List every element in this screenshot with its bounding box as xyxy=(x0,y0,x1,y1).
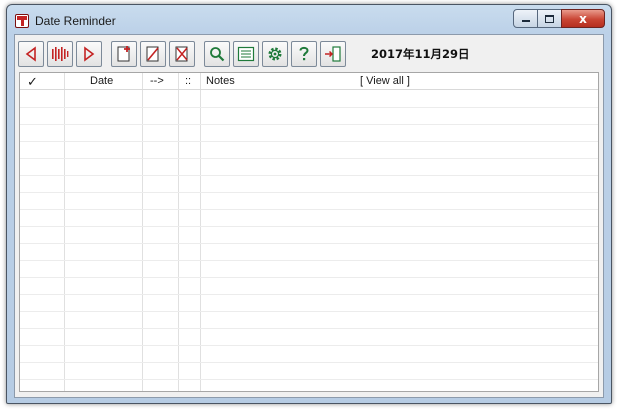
search-button[interactable] xyxy=(204,41,230,67)
close-icon: x xyxy=(579,11,587,26)
table-header: ✓ Date --> :: Notes [ View all ] xyxy=(20,73,598,90)
title-bar[interactable]: Date Reminder x xyxy=(7,5,611,35)
exit-button[interactable] xyxy=(320,41,346,67)
next-day-button[interactable] xyxy=(76,41,102,67)
maximize-button[interactable] xyxy=(537,9,562,28)
exit-door-icon xyxy=(325,46,341,62)
current-date: 2017年11月29日 xyxy=(371,47,470,61)
table-rows xyxy=(20,91,598,391)
table-row[interactable] xyxy=(20,193,598,210)
new-document-icon xyxy=(117,46,130,62)
list-view-button[interactable] xyxy=(233,41,259,67)
help-icon xyxy=(299,46,309,61)
table-row[interactable] xyxy=(20,108,598,125)
date-column-header[interactable]: Date xyxy=(90,75,113,87)
settings-button[interactable] xyxy=(262,41,288,67)
gear-icon xyxy=(268,47,282,61)
previous-day-button[interactable] xyxy=(18,41,44,67)
close-button[interactable]: x xyxy=(561,9,605,28)
app-calendar-icon[interactable] xyxy=(15,14,29,28)
search-icon xyxy=(210,47,225,62)
triangle-right-icon xyxy=(84,46,95,62)
edit-note-button[interactable] xyxy=(140,41,166,67)
table-row[interactable] xyxy=(20,346,598,363)
table-row[interactable] xyxy=(20,295,598,312)
notes-column-header[interactable]: Notes xyxy=(206,75,235,87)
marker-column-header[interactable]: :: xyxy=(185,75,191,87)
window-title: Date Reminder xyxy=(35,14,116,28)
table-row[interactable] xyxy=(20,329,598,346)
list-icon xyxy=(237,46,255,62)
view-all-link[interactable]: [ View all ] xyxy=(360,75,410,87)
table-row[interactable] xyxy=(20,125,598,142)
reminder-table[interactable]: ✓ Date --> :: Notes [ View all ] xyxy=(19,72,599,392)
table-row[interactable] xyxy=(20,142,598,159)
table-row[interactable] xyxy=(20,227,598,244)
today-button[interactable] xyxy=(47,41,73,67)
table-row[interactable] xyxy=(20,363,598,380)
calendar-bars-icon xyxy=(52,47,69,61)
maximize-icon xyxy=(545,14,554,23)
table-row[interactable] xyxy=(20,210,598,227)
table-row[interactable] xyxy=(20,380,598,391)
toolbar: 2017年11月29日 xyxy=(18,38,470,70)
caption-buttons: x xyxy=(513,9,605,28)
minimize-icon xyxy=(521,20,530,22)
minimize-button[interactable] xyxy=(513,9,538,28)
delete-document-icon xyxy=(175,46,188,62)
table-row[interactable] xyxy=(20,91,598,108)
table-row[interactable] xyxy=(20,176,598,193)
table-row[interactable] xyxy=(20,278,598,295)
check-column-header[interactable]: ✓ xyxy=(27,74,38,90)
app-window: Date Reminder x 2017年11月29日 ✓ Date -->:… xyxy=(6,4,612,404)
delete-note-button[interactable] xyxy=(169,41,195,67)
help-button[interactable] xyxy=(291,41,317,67)
table-row[interactable] xyxy=(20,261,598,278)
new-note-button[interactable] xyxy=(111,41,137,67)
client-area: 2017年11月29日 ✓ Date --> :: Notes [ View a… xyxy=(14,34,604,398)
table-row[interactable] xyxy=(20,244,598,261)
table-row[interactable] xyxy=(20,159,598,176)
arrow-column-header[interactable]: --> xyxy=(150,75,164,87)
edit-document-icon xyxy=(146,46,159,62)
triangle-left-icon xyxy=(25,46,36,62)
table-row[interactable] xyxy=(20,312,598,329)
